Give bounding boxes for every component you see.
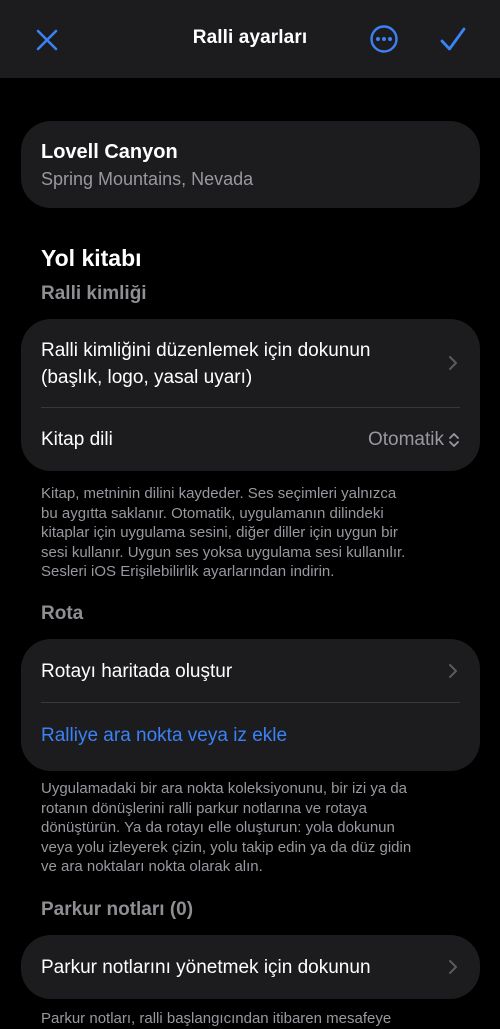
- chevron-right-icon: [449, 356, 457, 370]
- route-note: Uygulamadaki bir ara nokta koleksiyonunu…: [41, 779, 461, 877]
- language-note: Kitap, metninin dilini kaydeder. Ses seç…: [41, 484, 461, 582]
- more-options-button[interactable]: [364, 19, 404, 59]
- location-subtitle: Spring Mountains, Nevada: [41, 169, 254, 189]
- page-title: Ralli ayarları: [192, 27, 308, 48]
- note-line: kitaplar için uygulama sesini, diğer dil…: [41, 524, 398, 542]
- location-card: Lovell Canyon Spring Mountains, Nevada: [21, 121, 480, 208]
- nav-bar: Ralli ayarları: [0, 0, 500, 78]
- edit-identity-label: Ralli kimliğini düzenlemek için dokunun: [41, 340, 371, 361]
- create-route-label: Rotayı haritada oluştur: [41, 661, 233, 682]
- note-line: sesi kullanır. Uygun ses yoksa uygulama …: [41, 543, 406, 561]
- note-line: rotanın dönüşlerini ralli parkur notları…: [41, 799, 368, 817]
- book-language-label: Kitap dili: [41, 429, 113, 450]
- ellipsis-circle-icon: [370, 25, 398, 53]
- location-name: Lovell Canyon: [41, 141, 178, 163]
- note-line: Kitap, metninin dilini kaydeder. Ses seç…: [41, 485, 397, 502]
- manage-pace-notes-label: Parkur notlarını yönetmek için dokunun: [41, 957, 371, 978]
- chevron-up-down-icon: [449, 433, 459, 447]
- edit-identity-sublabel: (başlık, logo, yasal uyarı): [41, 367, 253, 388]
- identity-card: Ralli kimliğini düzenlemek için dokunun …: [21, 319, 480, 471]
- note-line: bu aygıtta saklanır. Otomatik, uygulaman…: [41, 504, 384, 522]
- create-route-row[interactable]: Rotayı haritada oluştur: [21, 639, 480, 702]
- add-waypoint-link[interactable]: Ralliye ara nokta veya iz ekle: [41, 722, 287, 749]
- route-card: Rotayı haritada oluştur Ralliye ara nokt…: [21, 639, 480, 771]
- add-waypoint-row[interactable]: Ralliye ara nokta veya iz ekle: [21, 703, 480, 771]
- checkmark-icon: [440, 27, 466, 51]
- book-language-picker[interactable]: Otomatik: [368, 429, 460, 451]
- note-line: dönüştürün. Ya da rotayı elle oluşturun:…: [41, 819, 395, 837]
- edit-identity-row[interactable]: Ralli kimliğini düzenlemek için dokunun …: [21, 319, 480, 407]
- pace-notes-header: Parkur notları (0): [41, 899, 194, 920]
- book-language-value: Otomatik: [367, 429, 444, 450]
- pace-notes-card: Parkur notlarını yönetmek için dokunun: [21, 935, 480, 999]
- note-line: Uygulamadaki bir ara nokta koleksiyonunu…: [41, 780, 408, 797]
- done-button[interactable]: [432, 19, 474, 61]
- manage-pace-notes-row[interactable]: Parkur notlarını yönetmek için dokunun: [21, 935, 480, 999]
- roadbook-title: Yol kitabı: [41, 245, 142, 271]
- identity-header: Ralli kimliği: [41, 283, 147, 304]
- note-line: ve ara noktaları nokta olarak alın.: [41, 858, 263, 876]
- book-language-row[interactable]: Kitap dili Otomatik: [21, 408, 480, 471]
- route-header: Rota: [41, 603, 84, 624]
- chevron-right-icon: [449, 960, 457, 974]
- note-line: veya yolu izleyerek çizin, yolu takip ed…: [41, 838, 412, 856]
- note-line: Sesleri iOS Erişilebilirlik ayarlarından…: [41, 563, 335, 581]
- chevron-right-icon: [449, 664, 457, 678]
